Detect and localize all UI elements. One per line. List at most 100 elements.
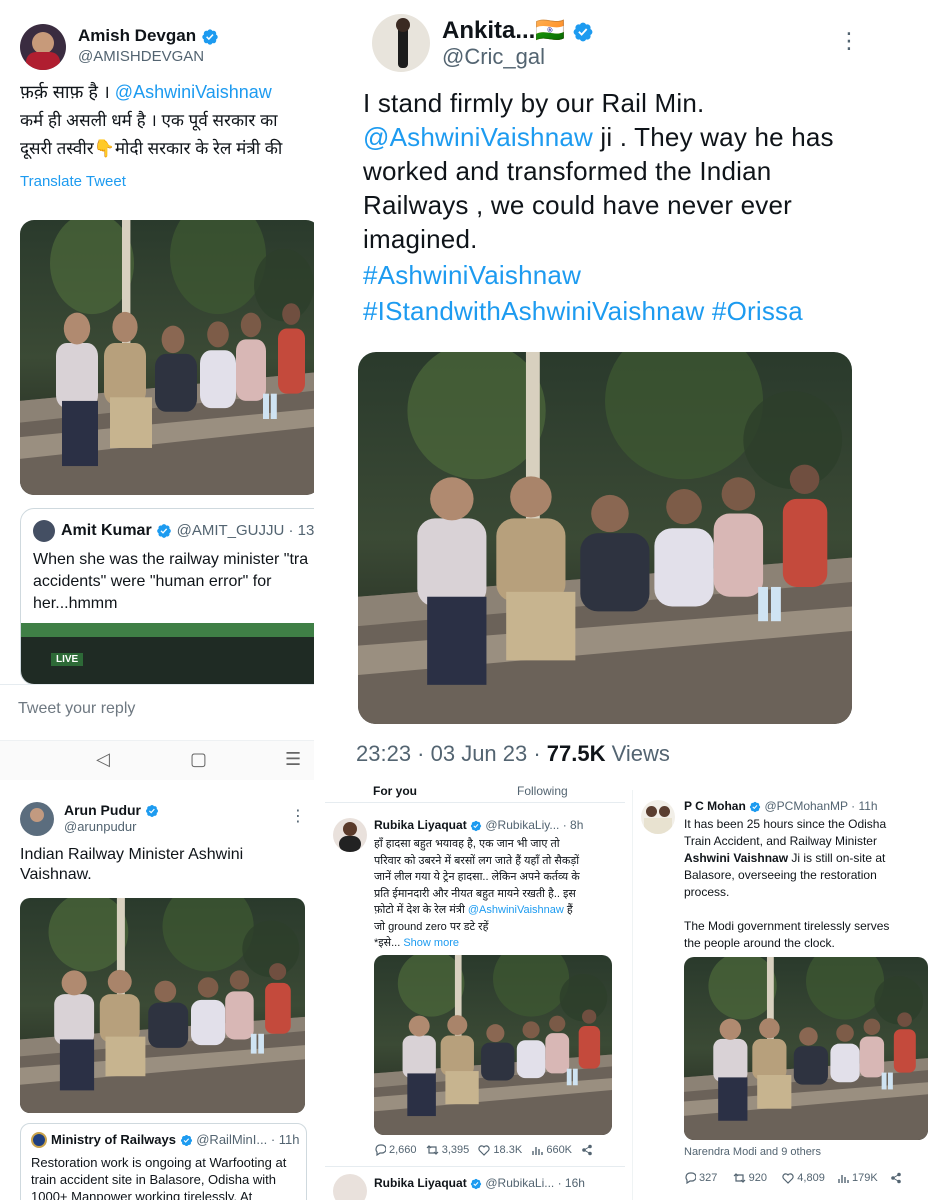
verified-icon (572, 21, 594, 43)
avatar[interactable] (333, 1174, 367, 1200)
mention-link[interactable]: @AshwiniVaishnaw (115, 82, 272, 102)
like-count: 4,809 (797, 1172, 825, 1184)
mention-link[interactable]: @AshwiniVaishnaw (363, 122, 593, 152)
author-handle[interactable]: @AMISHDEVGAN (78, 48, 204, 65)
avatar[interactable] (641, 800, 675, 834)
tweet-line: Ashwini Vaishnaw Ji is still on-site at (684, 850, 889, 867)
like-button[interactable]: 4,809 (782, 1172, 825, 1184)
tweet-photo[interactable] (374, 955, 612, 1135)
divider (325, 1166, 625, 1167)
reply-input[interactable]: Tweet your reply (18, 700, 135, 718)
tweet-line: Balasore, overseeing the restoration (684, 868, 877, 882)
avatar[interactable] (20, 802, 54, 836)
recents-icon[interactable]: ☰ (285, 749, 301, 770)
text: *इसे... (374, 937, 404, 949)
author-name[interactable]: Amish Devgan (78, 26, 219, 46)
tweet-line: Train Accident, and Railway Minister (684, 834, 877, 848)
views-button[interactable]: 660K (531, 1144, 572, 1156)
tweet-line: Railways , we could have never ever (363, 190, 792, 220)
tweet-line: *इसे... Show more (374, 935, 580, 952)
tweet-line: imagined. (363, 224, 478, 254)
reply-button[interactable]: 327 (684, 1172, 717, 1184)
quote-tweet[interactable]: Ministry of Railways @RailMinI... · 11h … (20, 1123, 307, 1200)
retweet-button[interactable]: 3,395 (426, 1144, 469, 1156)
live-badge: LIVE (51, 653, 84, 666)
author-name[interactable]: Rubika Liyaquat @RubikaLi... · 16h (374, 1176, 585, 1190)
tab-for-you[interactable]: For you (373, 784, 417, 798)
views-icon (532, 1147, 544, 1155)
tweet-photo[interactable] (684, 957, 928, 1140)
reply-button[interactable]: 2,660 (374, 1144, 417, 1156)
translate-tweet-link[interactable]: Translate Tweet (20, 173, 126, 190)
views-label: Views (605, 741, 670, 766)
more-options-icon[interactable]: ⋮ (290, 806, 306, 826)
quote-author-name: Ministry of Railways (51, 1132, 176, 1147)
tweet-actions: 2,660 3,395 18.3K 660K (374, 1144, 593, 1159)
like-button[interactable]: 18.3K (478, 1144, 522, 1156)
tweet-photo[interactable] (358, 352, 852, 724)
author-name-text: P C Mohan (684, 799, 746, 813)
reply-count: 327 (699, 1172, 718, 1184)
author-name[interactable]: Rubika Liyaquat @RubikaLiy... · 8h (374, 818, 583, 832)
verified-icon (145, 804, 159, 818)
quote-handle: @RailMinI... · 11h (196, 1132, 300, 1147)
mention-link[interactable]: @AshwiniVaishnaw (468, 904, 564, 916)
tweet-line: जो ground zero पर डटे रहें (374, 920, 489, 933)
views-count: 77.5K (546, 741, 606, 766)
tweet-text: Indian Railway Minister Ashwini Vaishnaw… (20, 845, 243, 885)
author-handle[interactable]: @Cric_gal (442, 44, 545, 70)
back-icon[interactable]: ◁ (96, 749, 110, 770)
verified-icon (470, 820, 482, 832)
show-more-link[interactable]: Show more (403, 937, 459, 949)
hashtag-link[interactable]: #IStandwithAshwiniVaishnaw (363, 296, 704, 326)
author-name[interactable]: Ankita...🇮🇳 (442, 16, 594, 45)
tweet-line: I stand firmly by our Rail Min. (363, 88, 705, 118)
reply-icon (375, 1144, 386, 1156)
author-name-text: Rubika Liyaquat (374, 1176, 467, 1190)
quote-tweet[interactable]: Amit Kumar @AMIT_GUJJU · 13h When she wa… (20, 508, 314, 685)
tab-following[interactable]: Following (517, 784, 568, 798)
tweet-amish-devgan: Amish Devgan @AMISHDEVGAN फ़र्क़ साफ़ है… (0, 0, 314, 780)
tweet-line: Indian Railway Minister Ashwini (20, 846, 244, 863)
share-icon[interactable] (581, 1144, 593, 1156)
author-name[interactable]: Arun Pudur (64, 802, 159, 818)
quote-video-thumbnail[interactable]: LIVE (21, 623, 314, 684)
author-name-text: Arun Pudur (64, 802, 141, 818)
divider (0, 684, 314, 685)
quote-line: train accident site in Balasore, Odisha … (31, 1172, 276, 1187)
views-button[interactable]: 179K (837, 1172, 878, 1184)
tweet-line-1: फ़र्क़ साफ़ है । @AshwiniVaishnaw (20, 80, 272, 104)
retweet-button[interactable]: 920 (733, 1172, 767, 1184)
view-count: 179K (852, 1172, 878, 1184)
tweet-line-3: दूसरी तस्वीर👇मोदी सरकार के रेल मंत्री की (20, 136, 282, 159)
author-handle: @RubikaLiy... · 8h (485, 818, 584, 832)
text: ji . They way he has (593, 122, 834, 152)
author-name[interactable]: P C Mohan @PCMohanMP · 11h (684, 799, 878, 813)
author-handle[interactable]: @arunpudur (64, 819, 136, 834)
avatar[interactable] (20, 24, 66, 70)
tweet-line: the people around the clock. (684, 936, 835, 950)
text: हैं (563, 904, 573, 916)
liked-by[interactable]: Narendra Modi and 9 others (684, 1146, 821, 1158)
tweet-ankita: Ankita...🇮🇳 @Cric_gal ⋮ I stand firmly b… (330, 0, 875, 780)
author-handle: @PCMohanMP · 11h (764, 799, 878, 813)
more-options-icon[interactable]: ⋮ (838, 28, 860, 54)
author-handle: @RubikaLi... · 16h (485, 1176, 585, 1190)
verified-icon (180, 1134, 193, 1147)
tweet-arun-pudur: Arun Pudur @arunpudur ⋮ Indian Railway M… (0, 790, 314, 1200)
tweet-photo[interactable] (20, 898, 305, 1113)
avatar[interactable] (333, 818, 367, 852)
home-icon[interactable]: ▢ (190, 749, 207, 770)
share-icon[interactable] (890, 1172, 902, 1184)
timestamp: 23:23 · 03 Jun 23 · (356, 741, 547, 766)
hashtag-link[interactable]: #Orissa (712, 296, 803, 326)
quote-line: 1000+ Manpower working tirelessly. At (31, 1189, 253, 1200)
retweet-icon (426, 1145, 439, 1155)
tweet-photo[interactable] (20, 220, 314, 495)
verified-icon (470, 1178, 482, 1190)
view-count: 660K (546, 1144, 573, 1156)
avatar[interactable] (372, 14, 430, 72)
text: दूसरी तस्वीर (20, 139, 94, 158)
hashtag-link[interactable]: #AshwiniVaishnaw (363, 260, 581, 290)
heart-icon (478, 1145, 491, 1156)
